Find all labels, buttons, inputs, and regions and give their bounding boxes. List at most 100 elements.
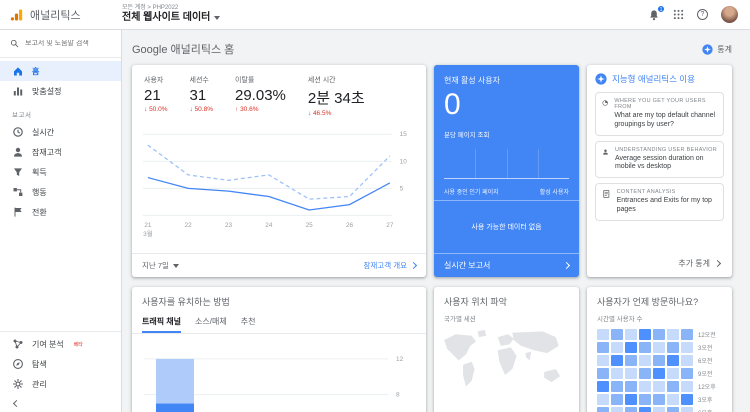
- realtime-report-link[interactable]: 실시간 보고서: [434, 253, 579, 277]
- geo-subtitle: 국가별 세션: [444, 316, 476, 323]
- svg-text:21: 21: [144, 222, 152, 229]
- tab-traffic-channel[interactable]: 트래픽 채널: [142, 313, 182, 333]
- tab-source-medium[interactable]: 소스/매체: [195, 313, 227, 333]
- heatmap-cell: [653, 368, 665, 379]
- pie-chart-icon: [602, 100, 608, 106]
- heatmap-cell: [625, 329, 637, 340]
- heatmap-cell: [667, 355, 679, 366]
- attribution-icon: [13, 339, 23, 349]
- heatmap-cell: [611, 394, 623, 405]
- app-brand[interactable]: 애널리틱스: [0, 7, 122, 23]
- top-pages-header: 사용 중인 인기 페이지: [444, 189, 499, 196]
- sidebar-item-label: 맞춤설정: [32, 86, 62, 96]
- pageviews-per-minute-label: 분당 페이지 조회: [444, 131, 490, 139]
- search-icon: [10, 39, 19, 48]
- hour-label: 9오전: [698, 372, 713, 378]
- chevron-right-icon: [713, 259, 722, 268]
- audience-overview-link[interactable]: 잠재고객 개요: [364, 260, 418, 271]
- property-name: 전체 웹사이트 데이터: [122, 12, 211, 24]
- heatmap-cell: [597, 394, 609, 405]
- metric-row: 사용자 21 ↓ 50.0% 세션수 31 ↓ 50.8% 이탈률 29.03%…: [132, 65, 426, 119]
- heatmap-cell: [667, 329, 679, 340]
- delta-arrow: ↓: [144, 106, 148, 113]
- delta-arrow: ↓: [307, 110, 312, 117]
- sidebar-item-home[interactable]: 홈: [0, 61, 121, 81]
- top-app-bar: 애널리틱스 모든 계정 > PHP2022 전체 웹사이트 데이터 1: [0, 0, 750, 30]
- date-range-selector[interactable]: 지난 7일: [142, 260, 179, 271]
- heatmap-cell: [667, 407, 679, 412]
- sidebar: 홈 맞춤설정 보고서 실시간 잠재고객 획득: [0, 30, 122, 412]
- heatmap-cell: [667, 342, 679, 353]
- apps-grid-button[interactable]: [673, 9, 684, 20]
- metric-sessions[interactable]: 세션수 31 ↓ 50.8%: [190, 75, 214, 117]
- property-selector[interactable]: 모든 계정 > PHP2022 전체 웹사이트 데이터: [122, 5, 221, 24]
- heatmap-cell: [625, 355, 637, 366]
- sidebar-item-label: 탐색: [32, 359, 47, 369]
- acquisition-card: 사용자를 유치하는 방법 트래픽 채널 소스/매체 추천 4812: [132, 287, 426, 412]
- metric-bounce-rate[interactable]: 이탈률 29.03% ↑ 30.6%: [235, 75, 286, 117]
- heatmap-cell: [611, 329, 623, 340]
- metric-users[interactable]: 사용자 21 ↓ 50.0%: [144, 75, 168, 117]
- svg-text:3월: 3월: [143, 229, 153, 238]
- person-icon: [14, 147, 22, 157]
- sidebar-item-behavior[interactable]: 행동: [0, 182, 121, 202]
- chevron-down-icon: [172, 263, 179, 268]
- heatmap-cell: [653, 394, 665, 405]
- more-insights-link[interactable]: 추가 통계: [595, 255, 724, 271]
- heatmap-cell: [597, 342, 609, 353]
- insight-item-content[interactable]: CONTENT ANALYSIS Entrances and Exits for…: [595, 183, 724, 221]
- pageviews-sparkline: [444, 141, 569, 179]
- heatmap-cell: [597, 381, 609, 392]
- chevron-right-icon: [409, 261, 418, 270]
- notifications-button[interactable]: 1: [648, 4, 665, 21]
- tab-referral[interactable]: 추천: [241, 313, 256, 333]
- insight-item-behavior[interactable]: UNDERSTANDING USER BEHAVIOR Average sess…: [595, 140, 724, 178]
- insights-button[interactable]: 통계: [702, 43, 732, 55]
- heatmap-cell: [597, 407, 609, 412]
- svg-text:15: 15: [400, 131, 408, 138]
- overview-card: 사용자 21 ↓ 50.0% 세션수 31 ↓ 50.8% 이탈률 29.03%…: [132, 65, 426, 277]
- heatmap-cell: [653, 407, 665, 412]
- sidebar-item-conversions[interactable]: 전환: [0, 202, 121, 222]
- sidebar-item-realtime[interactable]: 실시간: [0, 122, 121, 142]
- funnel-icon: [14, 168, 22, 176]
- sidebar-item-admin[interactable]: 관리: [0, 374, 121, 394]
- heatmap-cell: [681, 368, 693, 379]
- heatmap-cell: [681, 407, 693, 412]
- sidebar-collapse-button[interactable]: [0, 394, 121, 412]
- time-title: 사용자가 언제 방문하나요?: [597, 297, 699, 307]
- topbar-actions: 1: [648, 4, 750, 23]
- sidebar-item-discover[interactable]: 탐색: [0, 354, 121, 374]
- customization-icon: [13, 87, 23, 96]
- avatar[interactable]: [721, 6, 738, 23]
- svg-text:22: 22: [185, 222, 193, 229]
- intelligence-icon: [595, 73, 607, 85]
- chevron-down-icon: [214, 15, 221, 20]
- search-input[interactable]: [25, 40, 111, 47]
- heatmap-cell: [639, 407, 651, 412]
- document-icon: [603, 189, 610, 199]
- insights-title: 지능형 애널리틱스 이용: [612, 74, 695, 84]
- realtime-empty-message: 사용 가능한 데이터 없음: [471, 223, 542, 231]
- heatmap-cell: [625, 381, 637, 392]
- sidebar-search[interactable]: [0, 30, 121, 58]
- heatmap-cell: [667, 368, 679, 379]
- svg-text:26: 26: [346, 222, 354, 229]
- sidebar-item-customization[interactable]: 맞춤설정: [0, 81, 121, 101]
- insight-item-channels[interactable]: WHERE YOU GET YOUR USERS FROM What are m…: [595, 92, 724, 136]
- sidebar-item-audience[interactable]: 잠재고객: [0, 142, 121, 162]
- beta-badge: 베타: [73, 341, 83, 348]
- heatmap-cell: [653, 381, 665, 392]
- sidebar-item-attribution[interactable]: 기여 분석 베타: [0, 334, 121, 354]
- heatmap-cell: [597, 355, 609, 366]
- heatmap-cell: [681, 342, 693, 353]
- svg-text:5: 5: [400, 185, 404, 192]
- insights-button-label: 통계: [717, 44, 732, 54]
- metric-session-duration[interactable]: 세션 시간 2분 34초 ↓ 46.5%: [308, 75, 365, 117]
- users-line-chart: 5 10 15 21 22 23 24 25 26 27 3월: [132, 119, 426, 253]
- help-button[interactable]: [697, 9, 708, 20]
- sidebar-item-acquisition[interactable]: 획득: [0, 162, 121, 182]
- heatmap-cell: [639, 342, 651, 353]
- analytics-logo-icon: [10, 9, 23, 20]
- sidebar-item-label: 행동: [32, 187, 47, 197]
